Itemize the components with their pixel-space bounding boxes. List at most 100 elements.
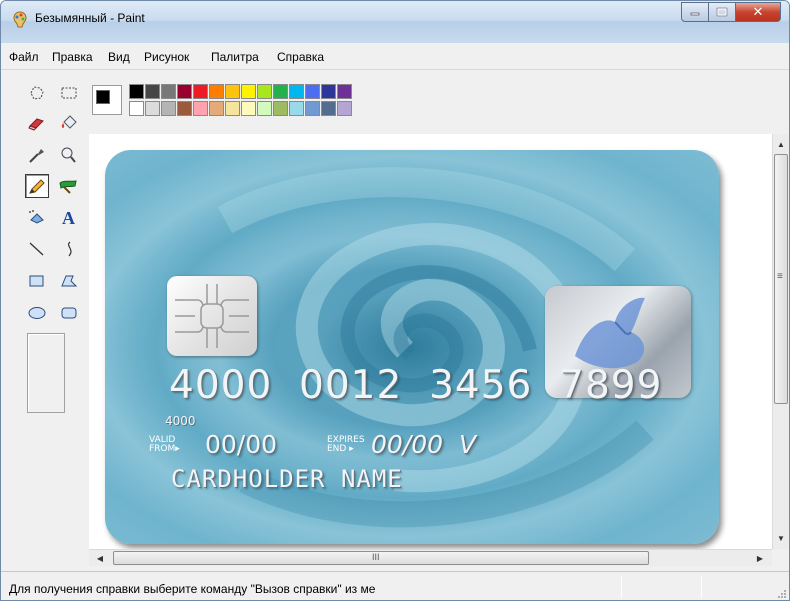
palette-swatch[interactable] — [209, 101, 224, 116]
scroll-right-arrow-icon[interactable]: ▶ — [753, 551, 767, 565]
rectangle-tool[interactable] — [25, 269, 49, 293]
status-divider — [701, 576, 702, 598]
pencil-tool[interactable] — [25, 174, 49, 198]
menu-view[interactable]: Вид — [108, 50, 130, 64]
palette-swatch[interactable] — [129, 101, 144, 116]
grip-icon: ≡ — [777, 271, 783, 282]
cardholder-name: CARDHOLDER NAME — [171, 465, 403, 493]
vertical-scroll-thumb[interactable]: ≡ — [774, 154, 788, 404]
scroll-down-arrow-icon[interactable]: ▼ — [774, 531, 788, 545]
maximize-icon — [716, 7, 728, 17]
card-chip — [167, 276, 257, 356]
current-colors[interactable] — [92, 85, 122, 115]
polygon-tool[interactable] — [57, 269, 81, 293]
title-bar[interactable]: Безымянный - Paint ✕ — [1, 1, 789, 43]
line-icon — [29, 242, 44, 256]
pencil-icon — [29, 179, 45, 194]
curve-icon — [67, 241, 72, 257]
palette-swatch[interactable] — [161, 101, 176, 116]
fill-tool[interactable] — [57, 111, 81, 135]
palette-swatch[interactable] — [305, 101, 320, 116]
palette-swatch[interactable] — [225, 101, 240, 116]
brush-icon — [59, 180, 77, 194]
menu-edit[interactable]: Правка — [52, 50, 93, 64]
close-button[interactable]: ✕ — [735, 2, 781, 22]
card-number-prefix: 4000 — [165, 414, 196, 428]
grip-icon: III — [372, 552, 380, 562]
palette-swatch[interactable] — [193, 101, 208, 116]
palette-swatch[interactable] — [225, 84, 240, 99]
palette-swatch[interactable] — [289, 84, 304, 99]
close-icon: ✕ — [752, 4, 764, 20]
canvas-area[interactable]: 4000 0012 3456 7899 4000 VALID FROM▸ 00/… — [89, 134, 775, 549]
valid-from-label: VALID FROM▸ — [149, 435, 180, 454]
curve-tool[interactable] — [57, 237, 81, 261]
foreground-color-swatch[interactable] — [96, 90, 110, 104]
color-picker-tool[interactable] — [25, 143, 49, 167]
paint-window: Безымянный - Paint ✕ Файл Правка Вид Рис… — [0, 0, 790, 601]
eraser-tool[interactable] — [25, 111, 49, 135]
palette-swatch[interactable] — [305, 84, 320, 99]
svg-text:A: A — [62, 208, 75, 226]
vertical-scrollbar[interactable]: ▲ ≡ ▼ — [772, 134, 789, 549]
chip-contacts-icon — [175, 284, 249, 348]
minimize-button[interactable] — [681, 2, 709, 22]
color-palette — [89, 79, 789, 125]
window-title: Безымянный - Paint — [35, 11, 145, 25]
menu-palette[interactable]: Палитра — [211, 50, 259, 64]
eyedropper-icon — [29, 149, 44, 163]
status-text: Для получения справки выберите команду "… — [9, 582, 376, 596]
polygon-icon — [61, 275, 78, 287]
palette-swatch[interactable] — [257, 101, 272, 116]
rect-select-icon — [61, 87, 77, 99]
resize-grip-icon[interactable] — [777, 589, 787, 599]
drawing-canvas[interactable]: 4000 0012 3456 7899 4000 VALID FROM▸ 00/… — [95, 140, 775, 549]
expires-date: 00/00 V — [371, 430, 477, 459]
palette-swatch[interactable] — [161, 84, 176, 99]
palette-swatch[interactable] — [337, 84, 352, 99]
palette-swatch[interactable] — [321, 84, 336, 99]
minimize-icon — [690, 12, 700, 16]
rounded-rectangle-icon — [61, 307, 77, 319]
brush-tool[interactable] — [57, 174, 81, 198]
status-divider — [621, 576, 622, 598]
palette-swatch[interactable] — [273, 84, 288, 99]
palette-swatch[interactable] — [241, 84, 256, 99]
paint-app-icon — [13, 11, 27, 28]
rectangle-icon — [29, 275, 44, 287]
menu-image[interactable]: Рисунок — [144, 50, 189, 64]
ellipse-tool[interactable] — [25, 301, 49, 325]
line-tool[interactable] — [25, 237, 49, 261]
palette-swatch[interactable] — [145, 84, 160, 99]
rect-select-tool[interactable] — [57, 81, 81, 105]
palette-swatch[interactable] — [337, 101, 352, 116]
airbrush-tool[interactable] — [25, 205, 49, 229]
palette-swatch[interactable] — [177, 101, 192, 116]
tool-options-box[interactable] — [27, 333, 65, 413]
palette-swatch[interactable] — [289, 101, 304, 116]
palette-swatch[interactable] — [193, 84, 208, 99]
fill-bucket-icon — [61, 115, 77, 129]
menu-help[interactable]: Справка — [277, 50, 324, 64]
palette-swatch[interactable] — [257, 84, 272, 99]
palette-swatch[interactable] — [273, 101, 288, 116]
palette-swatch[interactable] — [129, 84, 144, 99]
palette-swatch[interactable] — [321, 101, 336, 116]
palette-swatch[interactable] — [209, 84, 224, 99]
palette-swatch[interactable] — [241, 101, 256, 116]
scroll-up-arrow-icon[interactable]: ▲ — [774, 137, 788, 151]
horizontal-scroll-thumb[interactable]: III — [113, 551, 649, 565]
palette-swatch[interactable] — [177, 84, 192, 99]
palette-swatch[interactable] — [145, 101, 160, 116]
maximize-button[interactable] — [708, 2, 736, 22]
toolbox: A — [1, 71, 89, 572]
status-bar: Для получения справки выберите команду "… — [1, 571, 789, 600]
horizontal-scrollbar[interactable]: ◀ III ▶ — [89, 549, 772, 566]
free-select-tool[interactable] — [25, 81, 49, 105]
scroll-left-arrow-icon[interactable]: ◀ — [93, 551, 107, 565]
menu-file[interactable]: Файл — [9, 50, 39, 64]
expires-label: EXPIRES END ▸ — [327, 435, 365, 454]
magnifier-tool[interactable] — [57, 143, 81, 167]
rounded-rectangle-tool[interactable] — [57, 301, 81, 325]
text-tool[interactable]: A — [57, 205, 81, 229]
